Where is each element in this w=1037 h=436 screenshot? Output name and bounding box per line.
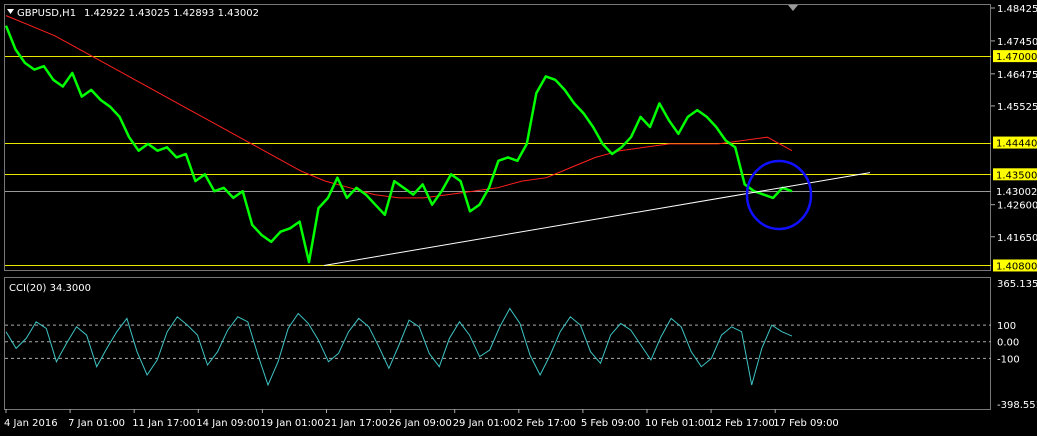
cci-axis-label: -398.5519	[997, 400, 1037, 411]
price-axis-label: 1.42600	[997, 201, 1037, 212]
chart-canvas[interactable]: GBPUSD,H1 1.42922 1.43025 1.42893 1.4300…	[0, 0, 1037, 436]
price-axis-label: 1.48425	[997, 4, 1037, 15]
time-axis-label: 10 Feb 01:00	[645, 418, 711, 429]
time-axis-label: 7 Jan 01:00	[68, 418, 125, 429]
time-axis-label: 29 Jan 01:00	[453, 418, 516, 429]
price-axis-label: 1.46475	[997, 70, 1037, 81]
time-axis-label: 19 Jan 01:00	[260, 418, 323, 429]
time-axis-label: 2 Feb 17:00	[517, 418, 576, 429]
cci-line	[5, 307, 793, 387]
trendline[interactable]	[323, 172, 871, 266]
ohlc-quote: 1.42922 1.43025 1.42893 1.43002	[84, 8, 259, 19]
price-axis-label: 1.41650	[997, 233, 1037, 244]
chart-menu-icon[interactable]	[7, 9, 14, 14]
price-axis-label: 1.45525	[997, 102, 1037, 113]
level-label: 1.43500	[996, 170, 1037, 181]
current-price-label: 1.43002	[996, 187, 1037, 198]
price-axis-label: 1.47450	[997, 37, 1037, 48]
time-axis-label: 21 Jan 17:00	[325, 418, 388, 429]
time-axis-label: 17 Feb 09:00	[773, 418, 839, 429]
level-label: 1.47000	[996, 52, 1037, 63]
cci-axis-label: -100	[997, 354, 1020, 365]
time-axis-label: 11 Jan 17:00	[132, 418, 195, 429]
level-label: 1.44440	[996, 139, 1037, 150]
cci-label: CCI(20) 34.3000	[9, 283, 91, 294]
highlight-circle	[745, 159, 813, 231]
time-axis-label: 12 Feb 17:00	[709, 418, 775, 429]
scroll-marker-icon[interactable]	[788, 5, 798, 11]
time-axis-label: 4 Jan 2016	[4, 418, 58, 429]
time-axis-label: 14 Jan 09:00	[196, 418, 259, 429]
cci-panel-frame	[4, 277, 991, 410]
cci-axis-label: 100	[997, 321, 1016, 332]
moving-average-line	[5, 15, 793, 199]
time-axis-label: 26 Jan 09:00	[389, 418, 452, 429]
symbol-label: GBPUSD,H1	[17, 8, 76, 19]
cci-axis-label: 365.1359	[997, 279, 1037, 290]
time-axis-label: 5 Feb 09:00	[581, 418, 640, 429]
cci-axis-label: 0.00	[997, 338, 1019, 349]
main-panel-frame	[4, 4, 991, 271]
level-label: 1.40800	[996, 261, 1037, 272]
